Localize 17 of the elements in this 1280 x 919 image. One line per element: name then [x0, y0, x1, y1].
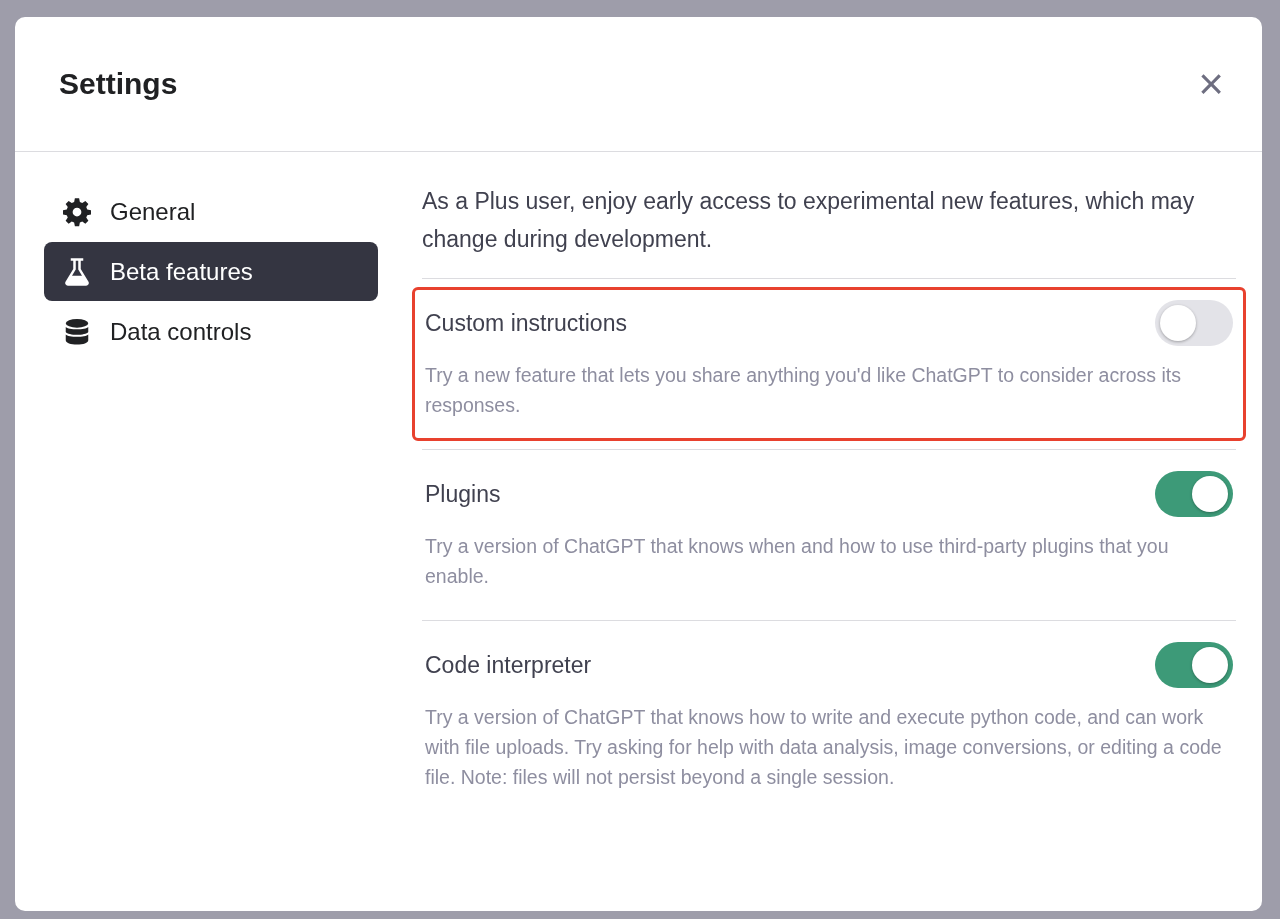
feature-description: Try a new feature that lets you share anything you'd like ChatGPT to consider across its responses.: [425, 363, 1182, 418]
close-button[interactable]: ×: [1194, 62, 1228, 106]
feature-title: Code interpreter: [425, 651, 592, 679]
sidebar-item[interactable]: General: [44, 182, 378, 241]
sidebar-item[interactable]: Data controls: [44, 302, 378, 361]
intro-text: As a Plus user, enjoy early access to experimental new features, which may change during development.: [422, 182, 1236, 279]
feature-description: Try a version of ChatGPT that knows how to write and execute python code, and can work with file uploads. Try asking for help with data analysis, image conversions, or editing a code file. Note: files will not persist beyond a single session.: [425, 705, 1223, 790]
gear-icon: [62, 196, 92, 227]
sidebar-item[interactable]: Beta features: [44, 242, 378, 301]
toggle-switch[interactable]: [1155, 300, 1233, 346]
dialog-title: Settings: [59, 67, 178, 101]
feature-title: Custom instructions: [425, 309, 627, 337]
feature-title: Plugins: [425, 480, 501, 508]
feature-description: Try a version of ChatGPT that knows when and how to use third-party plugins that you enable.: [425, 534, 1170, 589]
toggle-switch[interactable]: [1155, 642, 1233, 688]
flask-icon: [62, 256, 92, 287]
toggle-switch[interactable]: [1155, 471, 1233, 517]
